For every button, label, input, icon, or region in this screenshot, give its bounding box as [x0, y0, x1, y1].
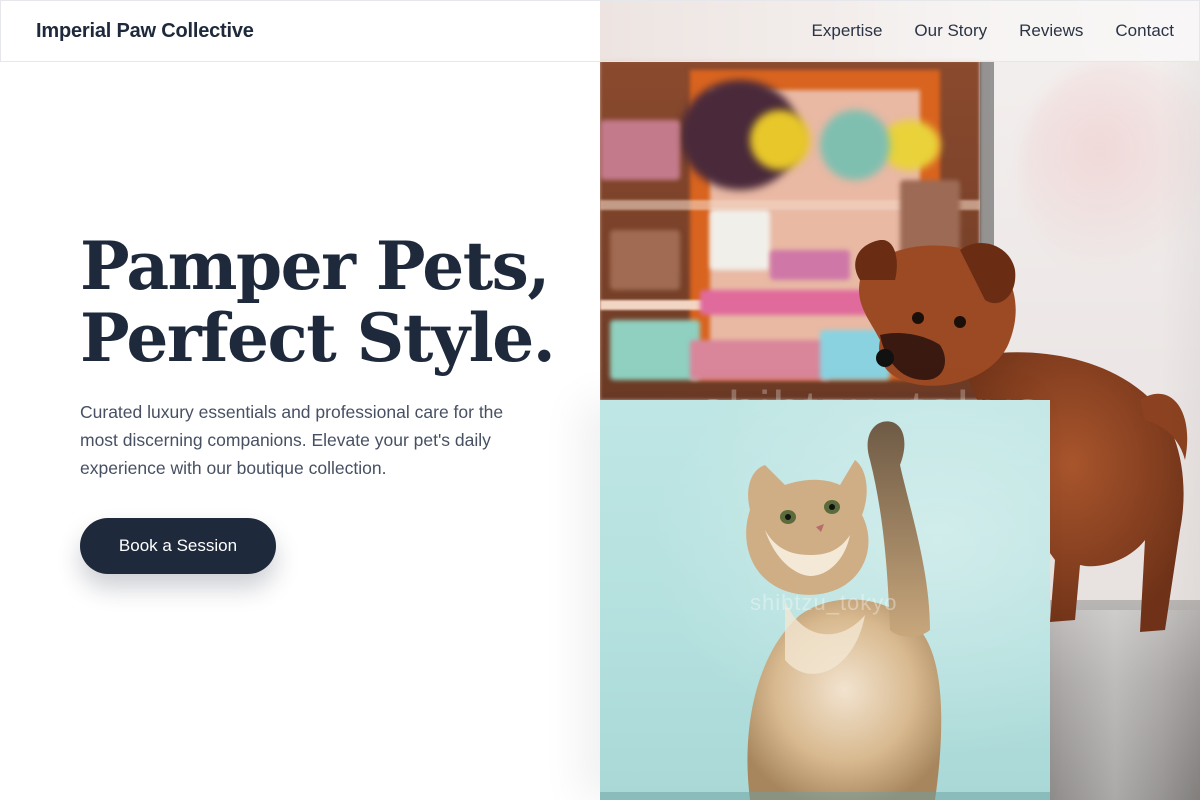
hero-title-line-2: Perfect Style. [80, 299, 556, 377]
nav-link-expertise[interactable]: Expertise [812, 21, 883, 41]
brand-logo[interactable]: Imperial Paw Collective [36, 20, 254, 43]
site-header: Imperial Paw Collective Expertise Our St… [0, 0, 1200, 62]
hero-title: Pamper Pets, Perfect Style. [80, 227, 556, 377]
main-nav: Expertise Our Story Reviews Contact [812, 21, 1174, 41]
watermark-inset: shibtzu_tokyo [750, 590, 898, 615]
book-session-button[interactable]: Book a Session [80, 518, 276, 574]
hero-description: Curated luxury essentials and profession… [80, 402, 504, 478]
hero-title-line-1: Pamper Pets, [80, 227, 550, 305]
nav-link-reviews[interactable]: Reviews [1019, 21, 1083, 41]
nav-link-our-story[interactable]: Our Story [914, 21, 987, 41]
hero-section: Pamper Pets, Perfect Style. Curated luxu… [80, 227, 556, 574]
nav-link-contact[interactable]: Contact [1115, 21, 1174, 41]
